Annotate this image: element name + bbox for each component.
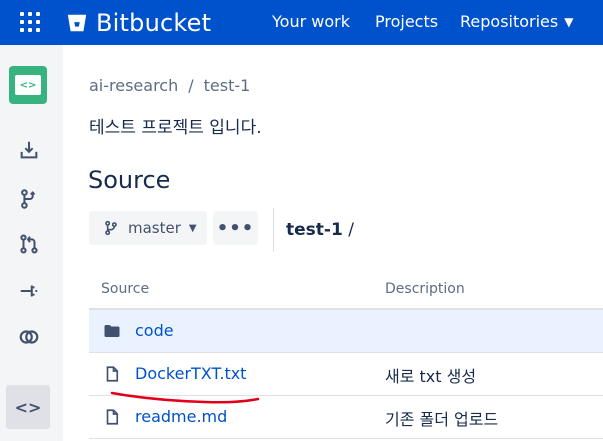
source-icon[interactable]: <> <box>6 385 50 429</box>
nav-repositories[interactable]: Repositories ▼ <box>460 12 573 31</box>
source-glyph: <> <box>14 397 42 417</box>
repo-avatar[interactable]: <> <box>9 66 47 104</box>
repo-avatar-glyph: <> <box>19 79 37 91</box>
branches-icon[interactable] <box>16 324 42 350</box>
commits-icon[interactable] <box>16 186 42 212</box>
bitbucket-icon <box>67 14 87 32</box>
nav-your-work[interactable]: Your work <box>272 12 350 31</box>
breadcrumb-project[interactable]: ai-research <box>89 76 178 95</box>
top-navigation-bar: Bitbucket Your work Projects Repositorie… <box>0 0 603 45</box>
page-title: Source <box>88 166 171 194</box>
table-row[interactable]: code <box>89 310 603 353</box>
pipelines-icon[interactable] <box>16 278 42 304</box>
branch-icon <box>105 220 117 236</box>
repo-description: 테스트 프로젝트 입니다. <box>89 118 262 138</box>
file-description: 기존 폴더 업로드 <box>385 410 499 429</box>
pull-requests-icon[interactable] <box>16 231 42 257</box>
branch-name: master <box>128 219 181 237</box>
file-name[interactable]: readme.md <box>135 407 227 426</box>
red-underline-annotation <box>110 391 260 404</box>
file-path: test-1 / <box>286 220 354 240</box>
table-header: Source Description <box>89 270 603 310</box>
breadcrumb-separator: / <box>188 76 194 95</box>
chevron-down-icon: ▼ <box>188 222 197 234</box>
file-name[interactable]: code <box>135 321 174 340</box>
nav-repositories-label: Repositories <box>460 12 559 31</box>
app-name: Bitbucket <box>96 9 212 37</box>
path-repo[interactable]: test-1 <box>286 220 343 240</box>
clone-icon[interactable] <box>16 137 42 163</box>
path-separator: / <box>348 220 354 240</box>
breadcrumb-repo[interactable]: test-1 <box>204 76 251 95</box>
app-switcher-icon[interactable] <box>20 12 40 32</box>
more-actions-button[interactable]: ••• <box>213 211 258 245</box>
column-header-description: Description <box>385 281 465 297</box>
file-description: 새로 txt 생성 <box>385 367 477 386</box>
file-icon <box>103 365 121 383</box>
file-icon <box>103 408 121 426</box>
repo-folder-icon: <> <box>15 75 41 95</box>
nav-projects[interactable]: Projects <box>375 12 438 31</box>
bitbucket-logo[interactable]: Bitbucket <box>66 9 211 37</box>
chevron-down-icon: ▼ <box>564 14 574 29</box>
branch-selector-button[interactable]: master ▼ <box>89 211 207 245</box>
column-header-source: Source <box>101 281 150 297</box>
sidebar: <> <> <box>0 45 63 441</box>
folder-icon <box>103 322 121 340</box>
breadcrumb: ai-research / test-1 <box>89 76 250 95</box>
more-label: ••• <box>216 217 255 239</box>
file-name[interactable]: DockerTXT.txt <box>135 364 246 383</box>
divider <box>273 208 274 252</box>
